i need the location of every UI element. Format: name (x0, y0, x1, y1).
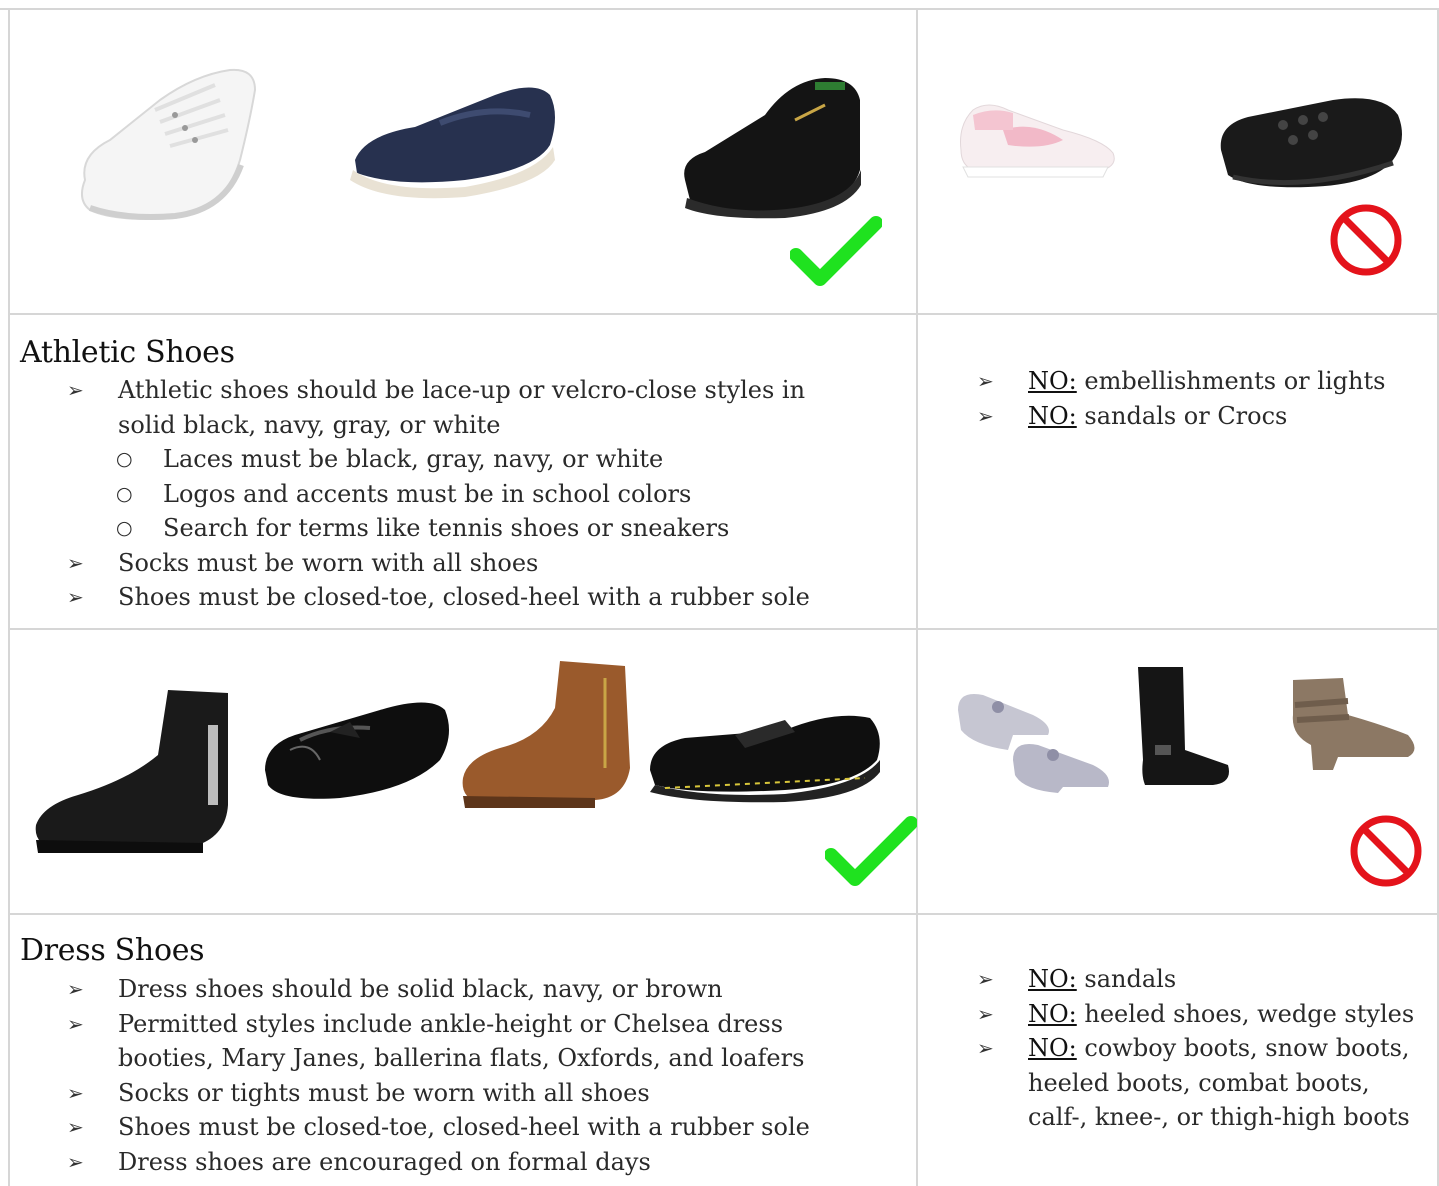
check-icon (790, 216, 882, 286)
pink-sneaker-image (960, 104, 1115, 178)
dress-heading: Dress Shoes (20, 933, 205, 968)
list-item: ➢ Shoes must be closed-toe, closed-heel w… (67, 1110, 857, 1145)
dress-approved-image-cell (10, 630, 918, 915)
black-tall-boot-image (1138, 667, 1229, 785)
arrow-bullet-icon: ➢ (67, 585, 84, 609)
list-item: ○ Search for terms like tennis shoes or s… (67, 511, 857, 546)
athletic-subrules-list: ○ Laces must be black, gray, navy, or whi… (67, 442, 857, 546)
taupe-heeled-bootie-image (1292, 678, 1415, 770)
black-patent-loafer-image (265, 702, 449, 799)
black-sneaker-image (684, 78, 861, 219)
black-mary-jane-image (650, 715, 880, 803)
list-item: ➢ Dress shoes should be solid black, navy… (67, 972, 857, 1007)
list-item: ○ Logos and accents must be in school col… (67, 477, 857, 512)
dress-rules-list: ➢ Dress shoes should be solid black, navy… (67, 972, 857, 1179)
athletic-rules-list: ➢ Athletic shoes should be lace-up or vel… (67, 373, 857, 615)
list-item: ➢ NO: sandals or Crocs (977, 399, 1417, 434)
prohibited-icon (1350, 815, 1422, 887)
arrow-bullet-icon: ➢ (977, 369, 994, 393)
circle-bullet-icon: ○ (116, 482, 133, 505)
list-item: ➢ Socks or tights must be worn with all s… (67, 1076, 857, 1111)
check-icon (825, 816, 917, 886)
white-sneaker-image (80, 68, 257, 220)
circle-bullet-icon: ○ (116, 448, 133, 470)
arrow-bullet-icon: ➢ (67, 977, 84, 1001)
arrow-bullet-icon: ➢ (67, 1080, 84, 1105)
arrow-bullet-icon: ➢ (67, 1115, 84, 1139)
table-top-border (0, 0, 1439, 10)
list-item: ➢ NO: embellishments or lights (977, 364, 1417, 399)
list-item: ➢ Socks must be worn with all shoes (67, 546, 857, 581)
arrow-bullet-icon: ➢ (977, 1036, 994, 1060)
black-crocs-image (1220, 98, 1402, 188)
list-item: ➢ NO: sandals (977, 962, 1417, 997)
dress-prohibited-image-cell (918, 630, 1439, 915)
circle-bullet-icon: ○ (116, 517, 133, 539)
list-item: ➢ Shoes must be closed-toe, closed-heel w… (67, 580, 857, 615)
arrow-bullet-icon: ➢ (67, 378, 84, 402)
arrow-bullet-icon: ➢ (67, 1011, 84, 1036)
glitter-heels-image (958, 694, 1109, 793)
list-item: ➢ NO: heeled shoes, wedge styles (977, 997, 1417, 1032)
list-item: ➢ NO: cowboy boots, snow boots, heeled bo… (977, 1031, 1417, 1135)
athletic-heading: Athletic Shoes (20, 335, 235, 370)
black-suede-bootie-image (35, 690, 228, 853)
arrow-bullet-icon: ➢ (977, 1001, 994, 1026)
arrow-bullet-icon: ➢ (977, 967, 994, 991)
brown-ankle-boot-image (462, 661, 630, 808)
navy-loafer-image (350, 87, 555, 199)
arrow-bullet-icon: ➢ (67, 550, 84, 575)
list-item: ➢ Dress shoes are encouraged on formal da… (67, 1145, 857, 1180)
list-item: ➢ Permitted styles include ankle-height o… (67, 1007, 857, 1076)
athletic-approved-image-cell (10, 10, 918, 315)
prohibited-icon (1330, 204, 1402, 276)
list-item: ○ Laces must be black, gray, navy, or whi… (67, 442, 857, 477)
list-item: ➢ Athletic shoes should be lace-up or vel… (67, 373, 857, 546)
arrow-bullet-icon: ➢ (67, 1149, 84, 1174)
arrow-bullet-icon: ➢ (977, 403, 994, 428)
athletic-prohibited-cell (918, 315, 1439, 630)
athletic-prohibited-list: ➢ NO: embellishments or lights ➢ NO: sanda… (977, 364, 1417, 433)
dress-prohibited-list: ➢ NO: sandals ➢ NO: heeled shoes, wedge st… (977, 962, 1417, 1135)
athletic-prohibited-image-cell (918, 10, 1439, 315)
